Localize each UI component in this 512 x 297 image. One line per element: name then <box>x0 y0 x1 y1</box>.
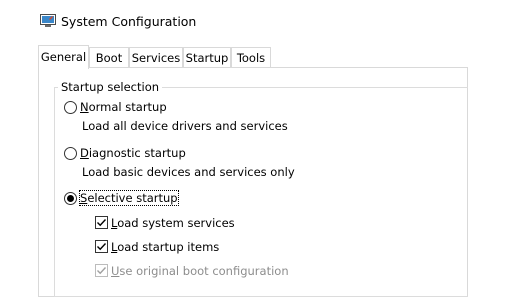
tab-general[interactable]: General <box>38 45 89 69</box>
tab-startup[interactable]: Startup <box>183 47 231 67</box>
diagnostic-startup-label[interactable]: Diagnostic startup <box>80 146 186 160</box>
tab-general-label: General <box>40 50 87 64</box>
checkmark-icon <box>97 219 107 227</box>
diagnostic-startup-mnemonic: D <box>80 146 89 160</box>
tab-tools[interactable]: Tools <box>231 47 271 67</box>
diagnostic-startup-radio[interactable] <box>64 147 77 160</box>
checkmark-icon <box>97 243 107 251</box>
normal-startup-description: Load all device drivers and services <box>82 119 288 133</box>
use-original-boot-configuration-label: Use original boot configuration <box>111 264 289 278</box>
tab-boot-label: Boot <box>95 51 123 65</box>
system-configuration-icon <box>40 14 56 27</box>
checkmark-icon <box>97 267 107 275</box>
tab-services-label: Services <box>131 51 181 65</box>
load-startup-items-label[interactable]: Load startup items <box>111 240 219 254</box>
normal-startup-radio[interactable] <box>64 101 77 114</box>
use-original-boot-configuration-text: se original boot configuration <box>119 264 289 278</box>
diagnostic-startup-description: Load basic devices and services only <box>82 165 295 179</box>
load-system-services-checkbox[interactable] <box>95 216 108 229</box>
tab-services[interactable]: Services <box>129 47 183 67</box>
use-original-boot-configuration-checkbox[interactable] <box>95 264 108 277</box>
normal-startup-text: ormal startup <box>88 100 167 114</box>
selective-startup-label[interactable]: Selective startup <box>79 190 179 206</box>
tab-tools-label: Tools <box>236 51 266 65</box>
load-system-services-label[interactable]: Load system services <box>111 216 235 230</box>
selective-startup-text: elective startup <box>87 191 178 205</box>
startup-selection-label: Startup selection <box>58 80 163 94</box>
load-startup-items-text: oad startup items <box>117 240 220 254</box>
window-title: System Configuration <box>61 14 197 29</box>
diagnostic-startup-text: iagnostic startup <box>88 146 186 160</box>
normal-startup-mnemonic: N <box>80 100 89 114</box>
selective-startup-radio[interactable] <box>64 192 77 205</box>
load-system-services-text: oad system services <box>117 216 235 230</box>
normal-startup-label[interactable]: Normal startup <box>80 100 167 114</box>
load-startup-items-checkbox[interactable] <box>95 240 108 253</box>
tab-startup-label: Startup <box>185 51 229 65</box>
radio-selected-dot <box>67 195 74 202</box>
title-bar: System Configuration <box>0 0 512 40</box>
tab-boot[interactable]: Boot <box>89 47 129 67</box>
